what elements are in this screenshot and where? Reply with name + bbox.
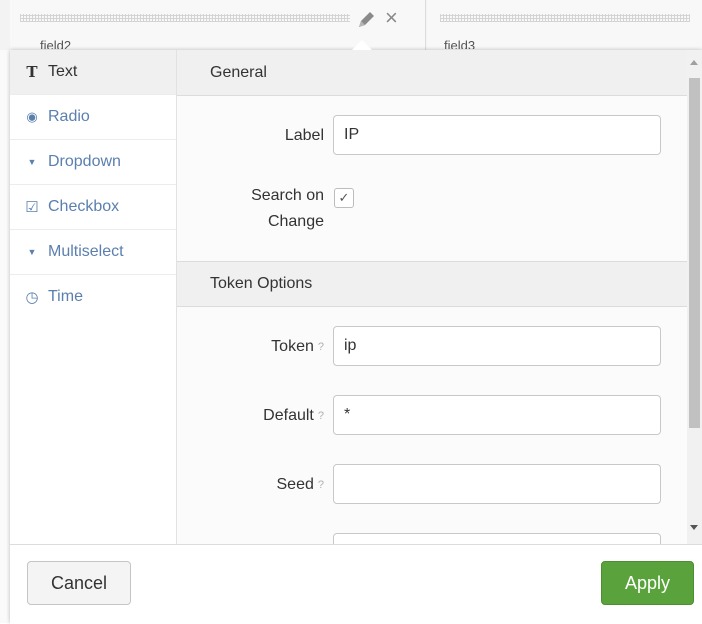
help-icon[interactable]: ?: [318, 410, 324, 422]
default-caption: Default?: [263, 403, 324, 429]
field-label: field2: [40, 38, 72, 49]
input-editor-popdown: T Text ◉ Radio ▼ Dropdown ☑ Checkbox ▼ M…: [10, 50, 702, 624]
vertical-scrollbar[interactable]: [687, 50, 702, 544]
dialog-footer: Cancel Apply: [10, 544, 702, 624]
input-type-label: Dropdown: [48, 153, 121, 170]
cancel-button[interactable]: Cancel: [27, 561, 131, 605]
input-type-menu: T Text ◉ Radio ▼ Dropdown ☑ Checkbox ▼ M…: [10, 50, 177, 544]
caption-line: Search on: [251, 187, 324, 204]
checkbox-icon: ☑: [25, 199, 39, 216]
next-input-partial[interactable]: [333, 533, 661, 544]
text-type-icon: T: [26, 63, 38, 81]
caret-down-icon: ▼: [27, 247, 37, 257]
help-icon[interactable]: ?: [318, 341, 324, 353]
token-options-section: Token? ip Default? * Seed?: [177, 307, 687, 544]
token-caption: Token?: [271, 334, 324, 360]
caption-text: Token: [271, 338, 314, 355]
apply-button[interactable]: Apply: [601, 561, 694, 605]
drag-handle-icon[interactable]: [20, 14, 350, 22]
general-section: Label IP Search on Change ✓: [177, 96, 687, 261]
pencil-icon[interactable]: [356, 10, 376, 30]
input-type-label: Text: [48, 63, 78, 80]
close-icon[interactable]: ×: [385, 7, 398, 29]
caption-text: Default: [263, 407, 314, 424]
token-input[interactable]: ip: [333, 326, 661, 366]
clock-icon: ◷: [25, 289, 39, 306]
caption-line: Change: [267, 213, 324, 230]
input-type-multiselect[interactable]: ▼ Multiselect: [10, 230, 176, 275]
input-type-label: Multiselect: [48, 243, 124, 260]
radio-icon: ◉: [26, 109, 38, 124]
input-type-radio[interactable]: ◉ Radio: [10, 95, 176, 140]
settings-panel: General Label IP Search on Change ✓ Toke…: [177, 50, 687, 544]
drag-handle-icon[interactable]: [440, 14, 690, 22]
scroll-down-arrow-icon[interactable]: [690, 525, 698, 530]
scroll-up-arrow-icon[interactable]: [690, 60, 698, 65]
input-type-label: Checkbox: [48, 198, 120, 215]
default-input[interactable]: *: [333, 395, 661, 435]
section-heading-general: General: [177, 50, 687, 96]
caption-text: Seed: [276, 476, 314, 493]
section-heading-token-options: Token Options: [177, 261, 687, 307]
input-type-label: Time: [48, 288, 83, 305]
search-on-change-caption: Search on Change: [251, 183, 324, 235]
input-type-checkbox[interactable]: ☑ Checkbox: [10, 185, 176, 230]
popdown-arrow: [352, 40, 372, 50]
seed-caption: Seed?: [277, 472, 325, 498]
search-on-change-checkbox[interactable]: ✓: [334, 188, 354, 208]
seed-input[interactable]: [333, 464, 661, 504]
input-type-text[interactable]: T Text: [10, 50, 176, 95]
label-input[interactable]: IP: [333, 115, 661, 155]
help-icon[interactable]: ?: [318, 479, 324, 491]
input-type-dropdown[interactable]: ▼ Dropdown: [10, 140, 176, 185]
caret-down-icon: ▼: [27, 157, 37, 167]
input-type-label: Radio: [48, 108, 90, 125]
scrollbar-thumb[interactable]: [689, 78, 700, 428]
field-label: field3: [444, 38, 476, 49]
label-caption: Label: [284, 127, 324, 144]
input-type-time[interactable]: ◷ Time: [10, 275, 176, 319]
